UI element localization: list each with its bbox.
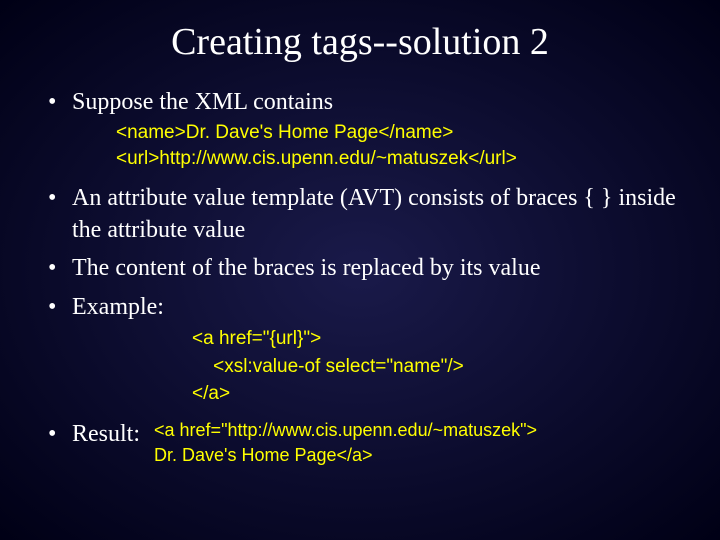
bullet-avt: An attribute value template (AVT) consis… [44, 182, 690, 247]
bullet-text: Example: [72, 294, 164, 320]
code-line: <a href="http://www.cis.upenn.edu/~matus… [154, 418, 537, 443]
code-line: <xsl:value-of select="name"/> [192, 353, 690, 381]
xml-code-block: <name>Dr. Dave's Home Page</name> <url>h… [116, 120, 690, 171]
example-code-block: <a href="{url}"> <xsl:value-of select="n… [192, 325, 690, 408]
code-line: <a href="{url}"> [192, 325, 690, 353]
bullet-list: Suppose the XML contains <name>Dr. Dave'… [30, 86, 690, 468]
bullet-example: Example: <a href="{url}"> <xsl:value-of … [44, 291, 690, 408]
code-line: </a> [192, 380, 690, 408]
bullet-text: An attribute value template (AVT) consis… [72, 185, 676, 243]
bullet-text: The content of the braces is replaced by… [72, 255, 540, 281]
bullet-text: Result: [72, 418, 140, 450]
code-line: Dr. Dave's Home Page</a> [154, 443, 537, 468]
slide-title: Creating tags--solution 2 [30, 20, 690, 64]
bullet-replaced: The content of the braces is replaced by… [44, 252, 690, 284]
result-code-block: <a href="http://www.cis.upenn.edu/~matus… [154, 418, 537, 468]
bullet-text: Suppose the XML contains [72, 89, 333, 115]
bullet-result: Result: <a href="http://www.cis.upenn.ed… [44, 418, 690, 468]
code-line: <url>http://www.cis.upenn.edu/~matuszek<… [116, 146, 690, 172]
bullet-suppose: Suppose the XML contains <name>Dr. Dave'… [44, 86, 690, 172]
code-line: <name>Dr. Dave's Home Page</name> [116, 120, 690, 146]
